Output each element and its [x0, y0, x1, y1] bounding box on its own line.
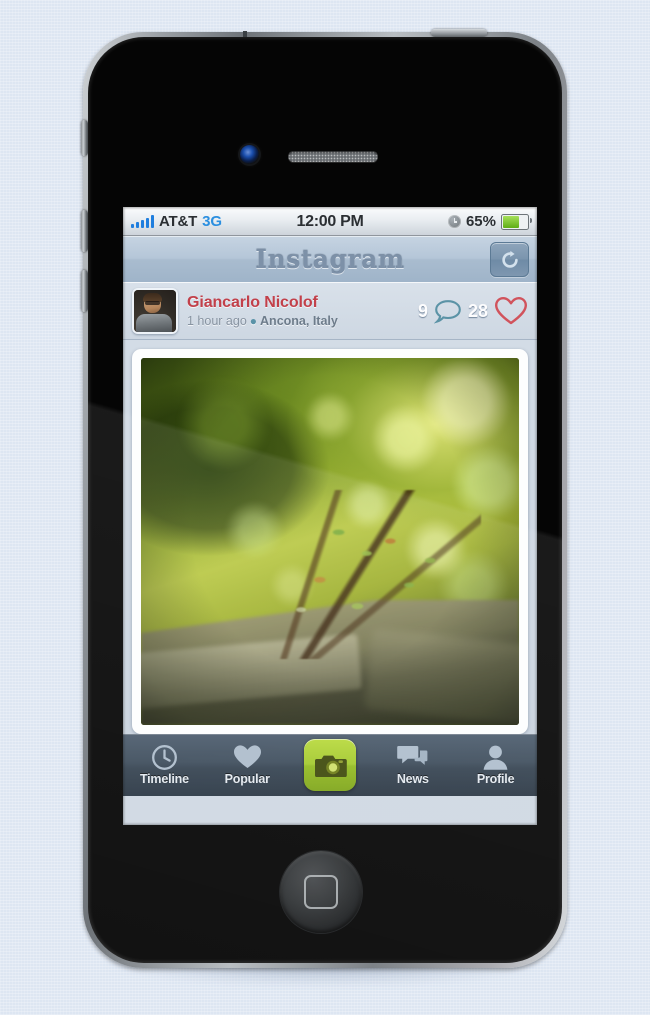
- photo-frame: [132, 349, 528, 734]
- navigation-bar: Instagram: [123, 236, 537, 282]
- camera-icon: [314, 755, 347, 777]
- comment-count: 9: [417, 300, 428, 321]
- refresh-button[interactable]: [490, 242, 529, 277]
- tab-label-popular: Popular: [224, 772, 270, 786]
- chat-bubbles-icon: [397, 744, 428, 770]
- tab-label-timeline: Timeline: [139, 772, 189, 786]
- mute-switch[interactable]: [81, 120, 88, 156]
- earpiece-speaker-icon: [288, 151, 378, 162]
- status-bar: AT&T 3G 12:00 PM 65%: [123, 207, 537, 236]
- tab-camera[interactable]: [289, 734, 372, 796]
- battery-icon: [501, 213, 533, 230]
- battery-percent-label: 65%: [465, 213, 496, 230]
- clock-icon: [151, 744, 178, 770]
- tab-label-profile: Profile: [476, 772, 515, 786]
- post-meta: Giancarlo Nicolof 1 hour ago ● Ancona, I…: [187, 294, 338, 329]
- iphone-device: AT&T 3G 12:00 PM 65% Instagram Giancarlo…: [81, 29, 567, 968]
- post-subtitle: 1 hour ago ● Ancona, Italy: [187, 314, 338, 328]
- front-camera-icon: [240, 145, 259, 164]
- refresh-icon: [501, 250, 518, 268]
- tab-news[interactable]: News: [371, 734, 454, 796]
- phone-screen: AT&T 3G 12:00 PM 65% Instagram Giancarlo…: [123, 207, 537, 825]
- home-button[interactable]: [280, 851, 362, 933]
- tab-bar: Timeline Popular News Profile: [123, 734, 537, 796]
- post-location[interactable]: Ancona, Italy: [260, 314, 338, 328]
- heart-icon: [233, 744, 262, 770]
- heart-icon[interactable]: [494, 296, 528, 326]
- volume-up-button[interactable]: [81, 210, 88, 252]
- camera-button[interactable]: [303, 739, 356, 791]
- status-bar-right: 65%: [447, 213, 533, 230]
- comment-bubble-icon[interactable]: [433, 299, 462, 324]
- power-button[interactable]: [431, 29, 487, 37]
- tab-profile[interactable]: Profile: [454, 734, 537, 796]
- avatar[interactable]: [132, 288, 178, 334]
- location-pin-icon: ●: [249, 314, 258, 329]
- post-stats: 9 28: [418, 296, 528, 326]
- post-username[interactable]: Giancarlo Nicolof: [187, 294, 338, 312]
- post-header[interactable]: Giancarlo Nicolof 1 hour ago ● Ancona, I…: [123, 282, 537, 340]
- home-square-icon: [304, 875, 338, 909]
- volume-down-button[interactable]: [81, 270, 88, 312]
- person-icon: [482, 744, 509, 770]
- tab-popular[interactable]: Popular: [206, 734, 289, 796]
- app-title: Instagram: [255, 244, 405, 274]
- post-photo[interactable]: [141, 358, 519, 725]
- tab-label-news: News: [396, 772, 429, 786]
- phone-front-face: AT&T 3G 12:00 PM 65% Instagram Giancarlo…: [88, 37, 562, 963]
- post-timestamp: 1 hour ago: [187, 314, 247, 329]
- tab-timeline[interactable]: Timeline: [123, 734, 206, 796]
- post-photo-container: [123, 340, 537, 734]
- like-count: 28: [467, 300, 488, 321]
- alarm-clock-icon: [447, 215, 461, 228]
